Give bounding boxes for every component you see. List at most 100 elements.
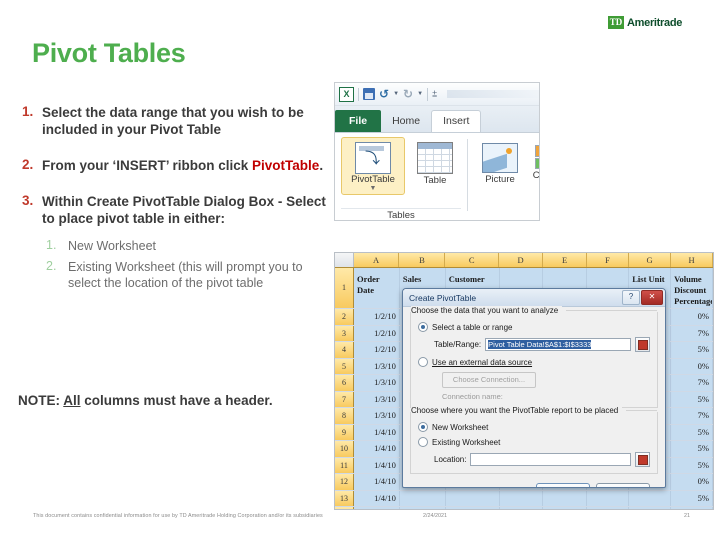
cell-order-date[interactable]: 1/4/10: [354, 474, 400, 490]
dialog-title-bar[interactable]: Create PivotTable ? ✕: [403, 289, 665, 307]
range-picker-icon[interactable]: [635, 452, 650, 467]
column-header-b[interactable]: B: [399, 253, 446, 267]
radio-select-range[interactable]: [418, 322, 428, 332]
column-header-c[interactable]: C: [445, 253, 500, 267]
cell-discount[interactable]: 5%: [671, 391, 713, 407]
cell-e[interactable]: [543, 507, 588, 509]
row-number[interactable]: 14: [335, 507, 354, 509]
cell-discount[interactable]: 5%: [671, 424, 713, 440]
cell-f[interactable]: [587, 507, 630, 509]
cell-a1[interactable]: Order Date: [354, 268, 400, 308]
select-all-corner[interactable]: [335, 253, 354, 267]
cell-order-date[interactable]: 1/4/10: [354, 507, 400, 509]
cell-listunit[interactable]: [629, 507, 672, 509]
chevron-down-icon[interactable]: ▼: [342, 185, 404, 192]
cell-salesperson[interactable]: [399, 490, 446, 506]
slide-footer: This document contains confidential info…: [0, 512, 720, 534]
column-header-d[interactable]: D: [499, 253, 544, 267]
column-header-e[interactable]: E: [543, 253, 588, 267]
tab-file[interactable]: File: [335, 110, 382, 132]
customize-icon[interactable]: ⩲: [432, 89, 437, 100]
row-number[interactable]: 4: [335, 342, 354, 358]
row-number[interactable]: 7: [335, 391, 354, 407]
tab-insert[interactable]: Insert: [431, 110, 482, 132]
cell-order-date[interactable]: 1/2/10: [354, 342, 400, 358]
cell-order-date[interactable]: 1/4/10: [354, 424, 400, 440]
new-worksheet-radio-row[interactable]: New Worksheet: [418, 422, 650, 432]
sub-list-item: 1. New Worksheet: [46, 238, 338, 254]
cell-f[interactable]: [587, 490, 630, 506]
row-number[interactable]: 11: [335, 457, 354, 473]
select-range-radio-row[interactable]: Select a table or range: [418, 322, 650, 332]
location-input[interactable]: [470, 453, 631, 466]
row-number[interactable]: 8: [335, 408, 354, 424]
row-number[interactable]: 12: [335, 474, 354, 490]
chevron-down-icon[interactable]: ▼: [417, 91, 423, 97]
save-icon[interactable]: [363, 88, 375, 100]
cell-discount[interactable]: 7%: [671, 325, 713, 341]
cancel-button[interactable]: Cancel: [596, 483, 650, 487]
cell-discount[interactable]: 5%: [671, 507, 713, 509]
cell-discount[interactable]: 0%: [671, 474, 713, 490]
cell-order-date[interactable]: 1/3/10: [354, 408, 400, 424]
cell-listunit[interactable]: [629, 490, 672, 506]
list-number: 1.: [22, 104, 34, 119]
ok-button[interactable]: OK: [536, 483, 590, 487]
pivottable-button[interactable]: PivotTable ▼: [341, 137, 405, 195]
row-number[interactable]: 3: [335, 325, 354, 341]
cell-customer[interactable]: [445, 507, 500, 509]
help-icon[interactable]: ?: [622, 290, 640, 305]
cell-discount[interactable]: 5%: [671, 441, 713, 457]
cell-order-date[interactable]: 1/4/10: [354, 490, 400, 506]
cell-order-date[interactable]: 1/3/10: [354, 375, 400, 391]
cell-salesperson[interactable]: [399, 507, 446, 509]
row-number[interactable]: 5: [335, 358, 354, 374]
cell-e[interactable]: [543, 490, 588, 506]
cell-h1[interactable]: Volume Discount Percentage: [671, 268, 713, 308]
column-header-g[interactable]: G: [629, 253, 672, 267]
choose-connection-button[interactable]: Choose Connection...: [442, 372, 536, 388]
column-header-h[interactable]: H: [671, 253, 713, 267]
row-number[interactable]: 2: [335, 309, 354, 325]
tab-home[interactable]: Home: [381, 111, 431, 132]
cell-discount[interactable]: 7%: [671, 408, 713, 424]
column-header-a[interactable]: A: [353, 253, 400, 267]
cell-d[interactable]: [499, 507, 544, 509]
cell-discount[interactable]: 7%: [671, 375, 713, 391]
radio-new-worksheet[interactable]: [418, 422, 428, 432]
table-button[interactable]: Table: [409, 137, 461, 186]
column-header-f[interactable]: F: [587, 253, 630, 267]
row-number[interactable]: 1: [335, 268, 354, 308]
undo-icon[interactable]: ↺: [379, 87, 389, 101]
cell-customer[interactable]: [445, 490, 500, 506]
range-picker-icon[interactable]: [635, 337, 650, 352]
picture-button[interactable]: Picture: [475, 137, 525, 185]
cell-order-date[interactable]: 1/2/10: [354, 309, 400, 325]
radio-external-source[interactable]: [418, 357, 428, 367]
cell-order-date[interactable]: 1/3/10: [354, 391, 400, 407]
table-range-input[interactable]: Pivot Table Data!$A$1:$I$3333: [485, 338, 631, 351]
list-item: 3. Within Create PivotTable Dialog Box -…: [18, 193, 338, 227]
cell-discount[interactable]: 5%: [671, 342, 713, 358]
row-number[interactable]: 6: [335, 375, 354, 391]
clipart-button[interactable]: Clip Art: [525, 137, 539, 181]
cell-order-date[interactable]: 1/2/10: [354, 325, 400, 341]
close-icon[interactable]: ✕: [641, 290, 663, 305]
row-number[interactable]: 10: [335, 441, 354, 457]
row-number[interactable]: 9: [335, 424, 354, 440]
chevron-down-icon[interactable]: ▼: [393, 91, 399, 97]
cell-order-date[interactable]: 1/3/10: [354, 358, 400, 374]
row-number[interactable]: 13: [335, 490, 354, 506]
cell-order-date[interactable]: 1/4/10: [354, 457, 400, 473]
cell-d[interactable]: [499, 490, 544, 506]
cell-discount[interactable]: 5%: [671, 457, 713, 473]
redo-icon[interactable]: ↻: [403, 87, 413, 101]
cell-discount[interactable]: 5%: [671, 490, 713, 506]
cell-discount[interactable]: 0%: [671, 309, 713, 325]
external-source-radio-row[interactable]: Use an external data source: [418, 357, 650, 367]
existing-worksheet-radio-row[interactable]: Existing Worksheet: [418, 437, 650, 447]
sub-list-text: New Worksheet: [68, 239, 156, 253]
cell-order-date[interactable]: 1/4/10: [354, 441, 400, 457]
cell-discount[interactable]: 0%: [671, 358, 713, 374]
radio-existing-worksheet[interactable]: [418, 437, 428, 447]
